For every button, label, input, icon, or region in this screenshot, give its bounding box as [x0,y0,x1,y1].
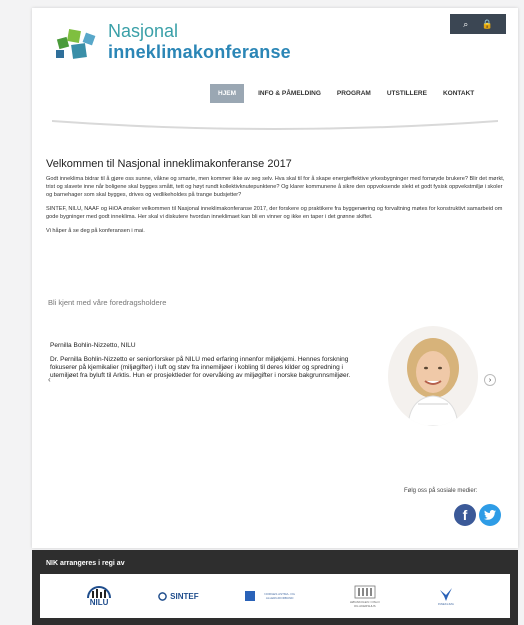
partner-logo-hioa[interactable]: HØGSKOLEN I OSLO OG AKERSHUS [348,578,382,614]
welcome-paragraph-1: Godt inneklima bidrar til å gjøre oss su… [46,176,505,198]
partner-name: SINTEF [170,591,199,601]
partner-subtitle: NORGES ASTMA- OG ALLERGIFORBUND [264,592,295,600]
speaker-name: Pernilla Bohlin-Nizzetto, NILU [50,342,136,349]
naaf-square-icon [244,591,255,601]
nilu-arc-icon [87,585,112,598]
partner-subtitle: HØGSKOLEN I OSLO OG AKERSHUS [349,600,380,608]
chevron-left-icon[interactable]: ‹ [48,375,51,384]
partner-logo-inneklima[interactable]: INNEKLIMA [428,578,464,614]
welcome-paragraph-3: Vi håper å se deg på konferansen i mai. [46,228,145,234]
social-label: Følg oss på sosiale medier: [404,488,478,494]
partner-subtitle: INNEKLIMA [437,602,454,606]
footer-title: NIK arrangeres i regi av [46,560,125,567]
welcome-paragraph-2: SINTEF, NILU, NAAF og HiOA ønsker velkom… [46,206,503,220]
main-navigation: HJEM INFO & PÅMELDING PROGRAM UTSTILLERE… [210,82,510,104]
facebook-icon[interactable]: f [454,504,476,526]
speakers-section-title: Bli kjent med våre foredragsholdere [48,298,167,307]
partner-logos: NILU SINTEF NORGES ASTMA- OG ALLERGIFORB… [40,574,510,618]
page-title: Velkommen til Nasjonal inneklimakonferan… [46,158,292,170]
bird-icon [439,588,452,601]
nav-item-utstillere[interactable]: UTSTILLERE [379,90,435,97]
speaker-photo [388,326,478,426]
site-logo[interactable]: Nasjonal inneklimakonferanse [52,16,312,72]
logo-text-bottom: inneklimakonferanse [108,42,291,62]
logo-mark-icon [56,29,96,59]
utility-bar: ⌕ 🔒 [450,14,506,34]
logo-text-top: Nasjonal [108,21,179,41]
partner-logo-naaf[interactable]: NORGES ASTMA- OG ALLERGIFORBUND [244,578,302,614]
speaker-bio: Dr. Pernilla Bohlin-Nizzetto er seniorfo… [50,356,351,379]
header-divider [52,120,498,130]
partner-logo-sintef[interactable]: SINTEF [158,578,199,614]
nav-item-program[interactable]: PROGRAM [329,90,379,97]
nav-item-hjem[interactable]: HJEM [210,83,245,103]
sintef-ring-icon [158,591,167,601]
site-footer: NIK arrangeres i regi av NILU SINTEF NOR… [32,550,518,625]
lock-icon[interactable]: 🔒 [482,19,493,29]
nav-item-info-pamelding[interactable]: INFO & PÅMELDING [250,90,329,97]
welcome-section: Velkommen til Nasjonal inneklimakonferan… [46,158,506,241]
twitter-icon[interactable] [479,504,501,526]
chevron-right-icon[interactable]: › [484,374,496,386]
twitter-bird-icon [484,510,496,520]
search-icon[interactable]: ⌕ [463,19,468,29]
hioa-building-icon [354,585,376,599]
partner-logo-nilu[interactable]: NILU [86,578,112,614]
partner-name: NILU [89,597,109,607]
page-container: Nasjonal inneklimakonferanse ⌕ 🔒 HJEM IN… [32,8,518,548]
nav-item-kontakt[interactable]: KONTAKT [435,90,482,97]
